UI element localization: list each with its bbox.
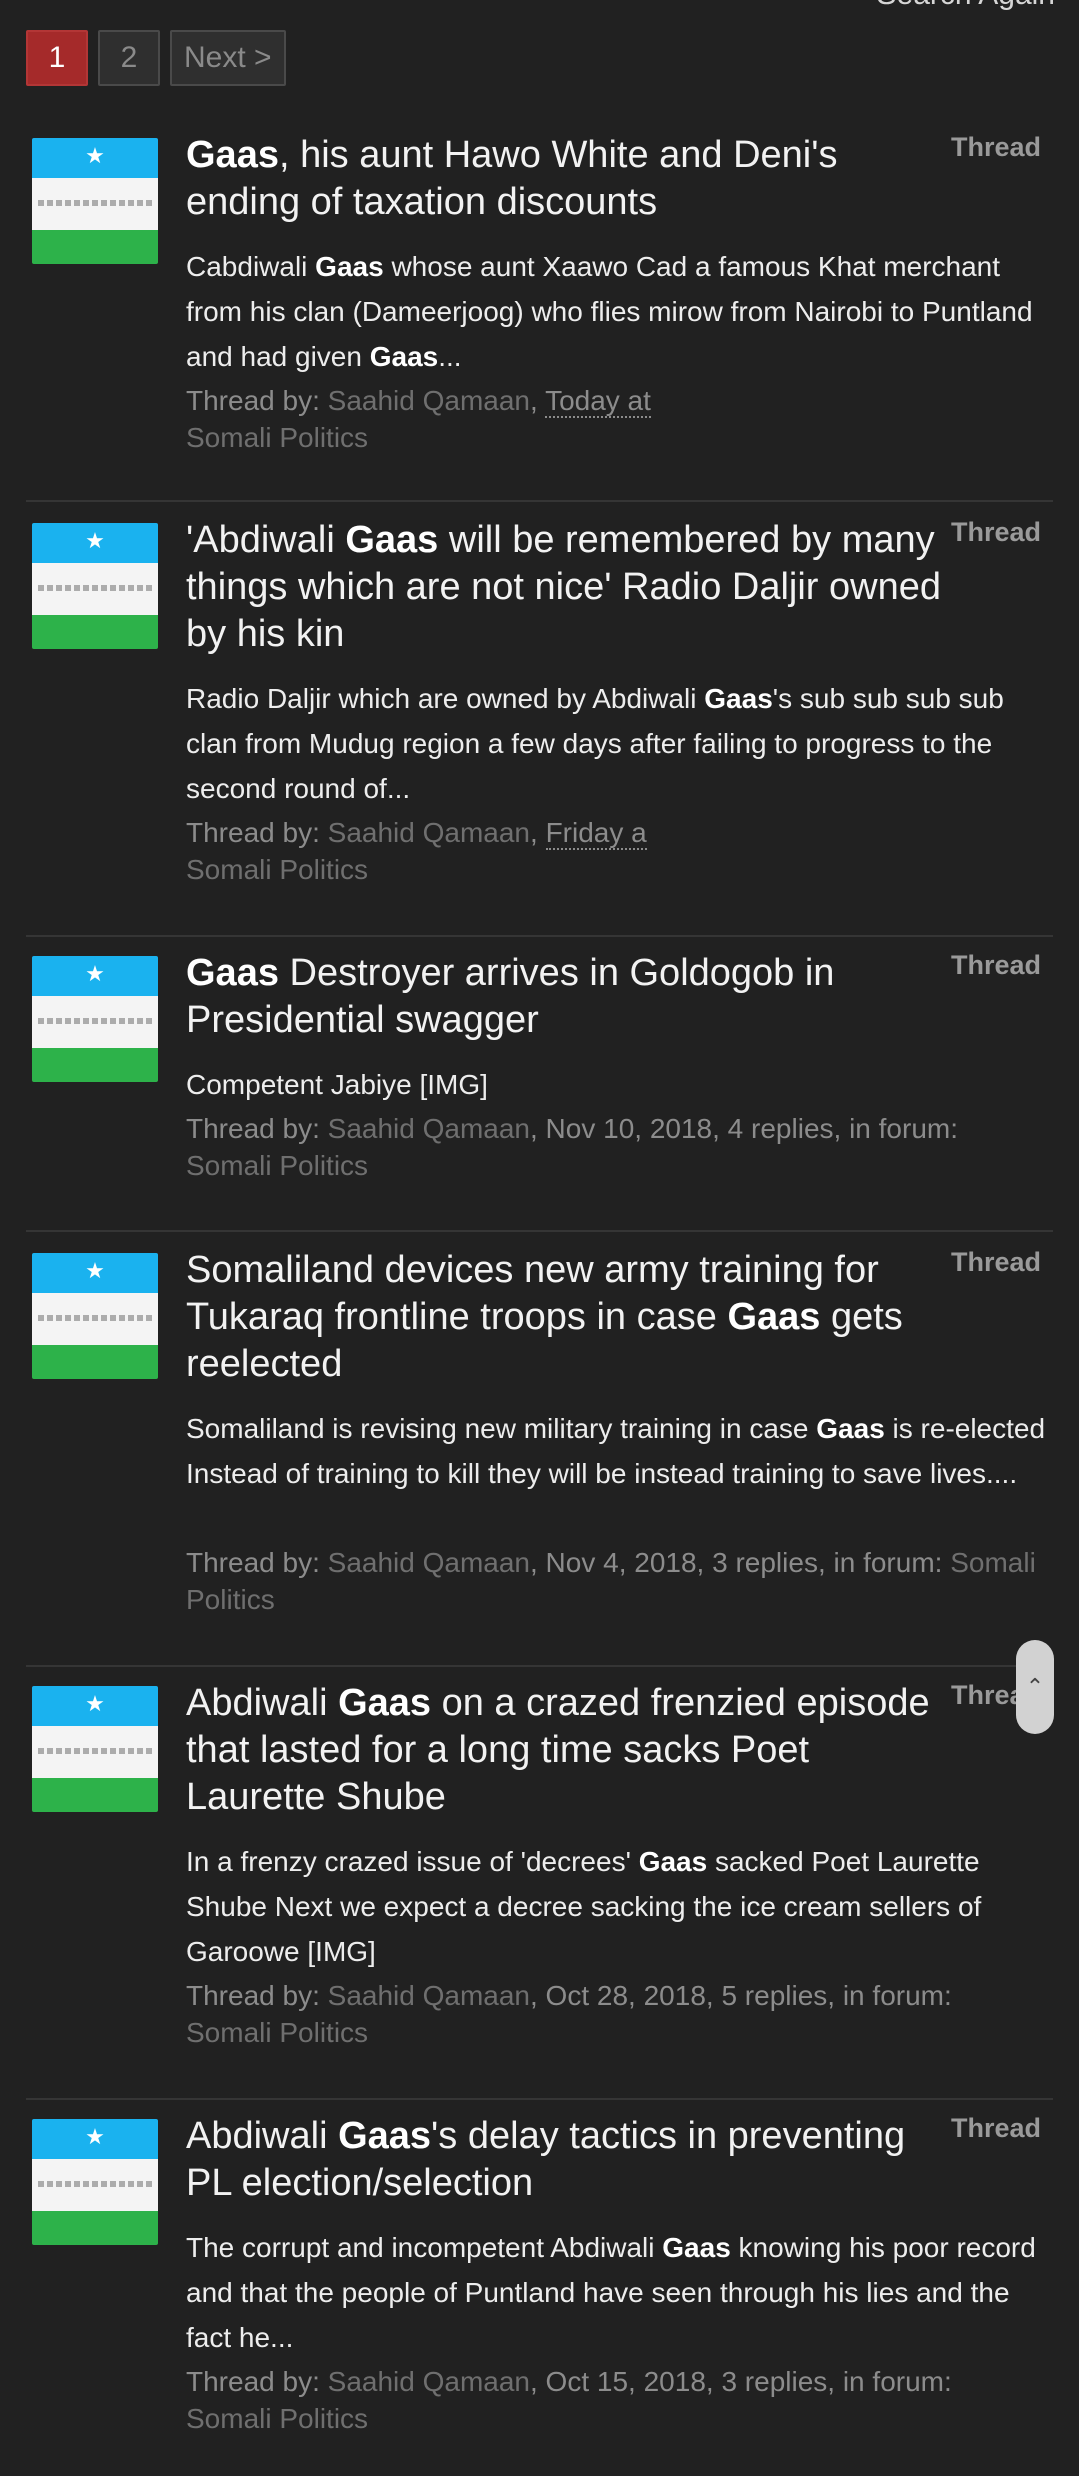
avatar[interactable]: ★ — [32, 523, 158, 649]
result-snippet: Radio Daljir which are owned by Abdiwali… — [186, 683, 1004, 804]
result-title[interactable]: Gaas, his aunt Hawo White and Deni's end… — [186, 132, 956, 226]
avatar[interactable]: ★ — [32, 138, 158, 264]
star-icon: ★ — [85, 1258, 105, 1283]
result-title[interactable]: Gaas Destroyer arrives in Goldogob in Pr… — [186, 950, 956, 1044]
content-type-label: Thread — [950, 1247, 1041, 1277]
content-type-label: Thread — [950, 950, 1041, 980]
divider — [26, 1230, 1053, 1232]
star-icon: ★ — [85, 2124, 105, 2149]
star-icon: ★ — [85, 143, 105, 168]
forum-link[interactable]: Somali Politics — [186, 1150, 368, 1181]
content-type-label: Thread — [950, 2113, 1041, 2143]
result-snippet: Somaliland is revising new military trai… — [186, 1413, 1046, 1489]
result-title[interactable]: Somaliland devices new army training for… — [186, 1247, 956, 1388]
page-2-button[interactable]: 2 — [98, 30, 160, 86]
chevron-up-icon: ⌃ — [1025, 1674, 1045, 1699]
author-link[interactable]: Saahid Qamaan — [328, 1980, 530, 2011]
scroll-to-top-button[interactable]: ⌃ — [1016, 1640, 1054, 1734]
forum-link[interactable]: Somali Politics — [186, 2403, 368, 2434]
divider — [26, 935, 1053, 937]
avatar[interactable]: ★ — [32, 956, 158, 1082]
next-page-button[interactable]: Next > — [170, 30, 286, 86]
pagination: 1 2 Next > — [26, 30, 286, 86]
divider — [26, 500, 1053, 502]
result-snippet: In a frenzy crazed issue of 'decrees' Ga… — [186, 1846, 982, 1967]
content-type-label: Thread — [950, 517, 1041, 547]
result-snippet: The corrupt and incompetent Abdiwali Gaa… — [186, 2232, 1036, 2353]
forum-link[interactable]: Somali Politics — [186, 2017, 368, 2048]
result-meta: Thread by: Saahid Qamaan, Friday a Somali… — [186, 817, 647, 885]
avatar[interactable]: ★ — [32, 1686, 158, 1812]
result-title[interactable]: Abdiwali Gaas on a crazed frenzied episo… — [186, 1680, 956, 1821]
content-type-label: Thread — [950, 132, 1041, 162]
result-meta: Thread by: Saahid Qamaan, Today at Somali… — [186, 385, 651, 453]
avatar[interactable]: ★ — [32, 2119, 158, 2245]
avatar[interactable]: ★ — [32, 1253, 158, 1379]
star-icon: ★ — [85, 1691, 105, 1716]
author-link[interactable]: Saahid Qamaan — [328, 385, 530, 416]
star-icon: ★ — [85, 528, 105, 553]
divider — [26, 2098, 1053, 2100]
author-link[interactable]: Saahid Qamaan — [328, 1547, 530, 1578]
forum-link[interactable]: Somali Politics — [186, 422, 368, 453]
post-date: Friday a — [545, 817, 647, 850]
author-link[interactable]: Saahid Qamaan — [328, 1113, 530, 1144]
result-title[interactable]: Abdiwali Gaas's delay tactics in prevent… — [186, 2113, 956, 2207]
star-icon: ★ — [85, 961, 105, 986]
result-title[interactable]: 'Abdiwali Gaas will be remembered by man… — [186, 517, 956, 658]
forum-link[interactable]: Somali Politics — [186, 854, 368, 885]
page-1-button[interactable]: 1 — [26, 30, 88, 86]
divider — [26, 1665, 1053, 1667]
result-snippet: Competent Jabiye [IMG] — [186, 1069, 488, 1100]
result-meta: Thread by: Saahid Qamaan, Nov 4, 2018, 3… — [186, 1547, 1036, 1615]
post-date: Today at — [545, 385, 651, 418]
result-meta: Thread by: Saahid Qamaan, Oct 15, 2018, … — [186, 2366, 952, 2434]
author-link[interactable]: Saahid Qamaan — [328, 817, 530, 848]
result-snippet: Cabdiwali Gaas whose aunt Xaawo Cad a fa… — [186, 251, 1033, 372]
author-link[interactable]: Saahid Qamaan — [328, 2366, 530, 2397]
result-meta: Thread by: Saahid Qamaan, Oct 28, 2018, … — [186, 1980, 952, 2048]
search-again-link[interactable]: Search Again — [877, 0, 1055, 12]
result-meta: Thread by: Saahid Qamaan, Nov 10, 2018, … — [186, 1113, 958, 1181]
